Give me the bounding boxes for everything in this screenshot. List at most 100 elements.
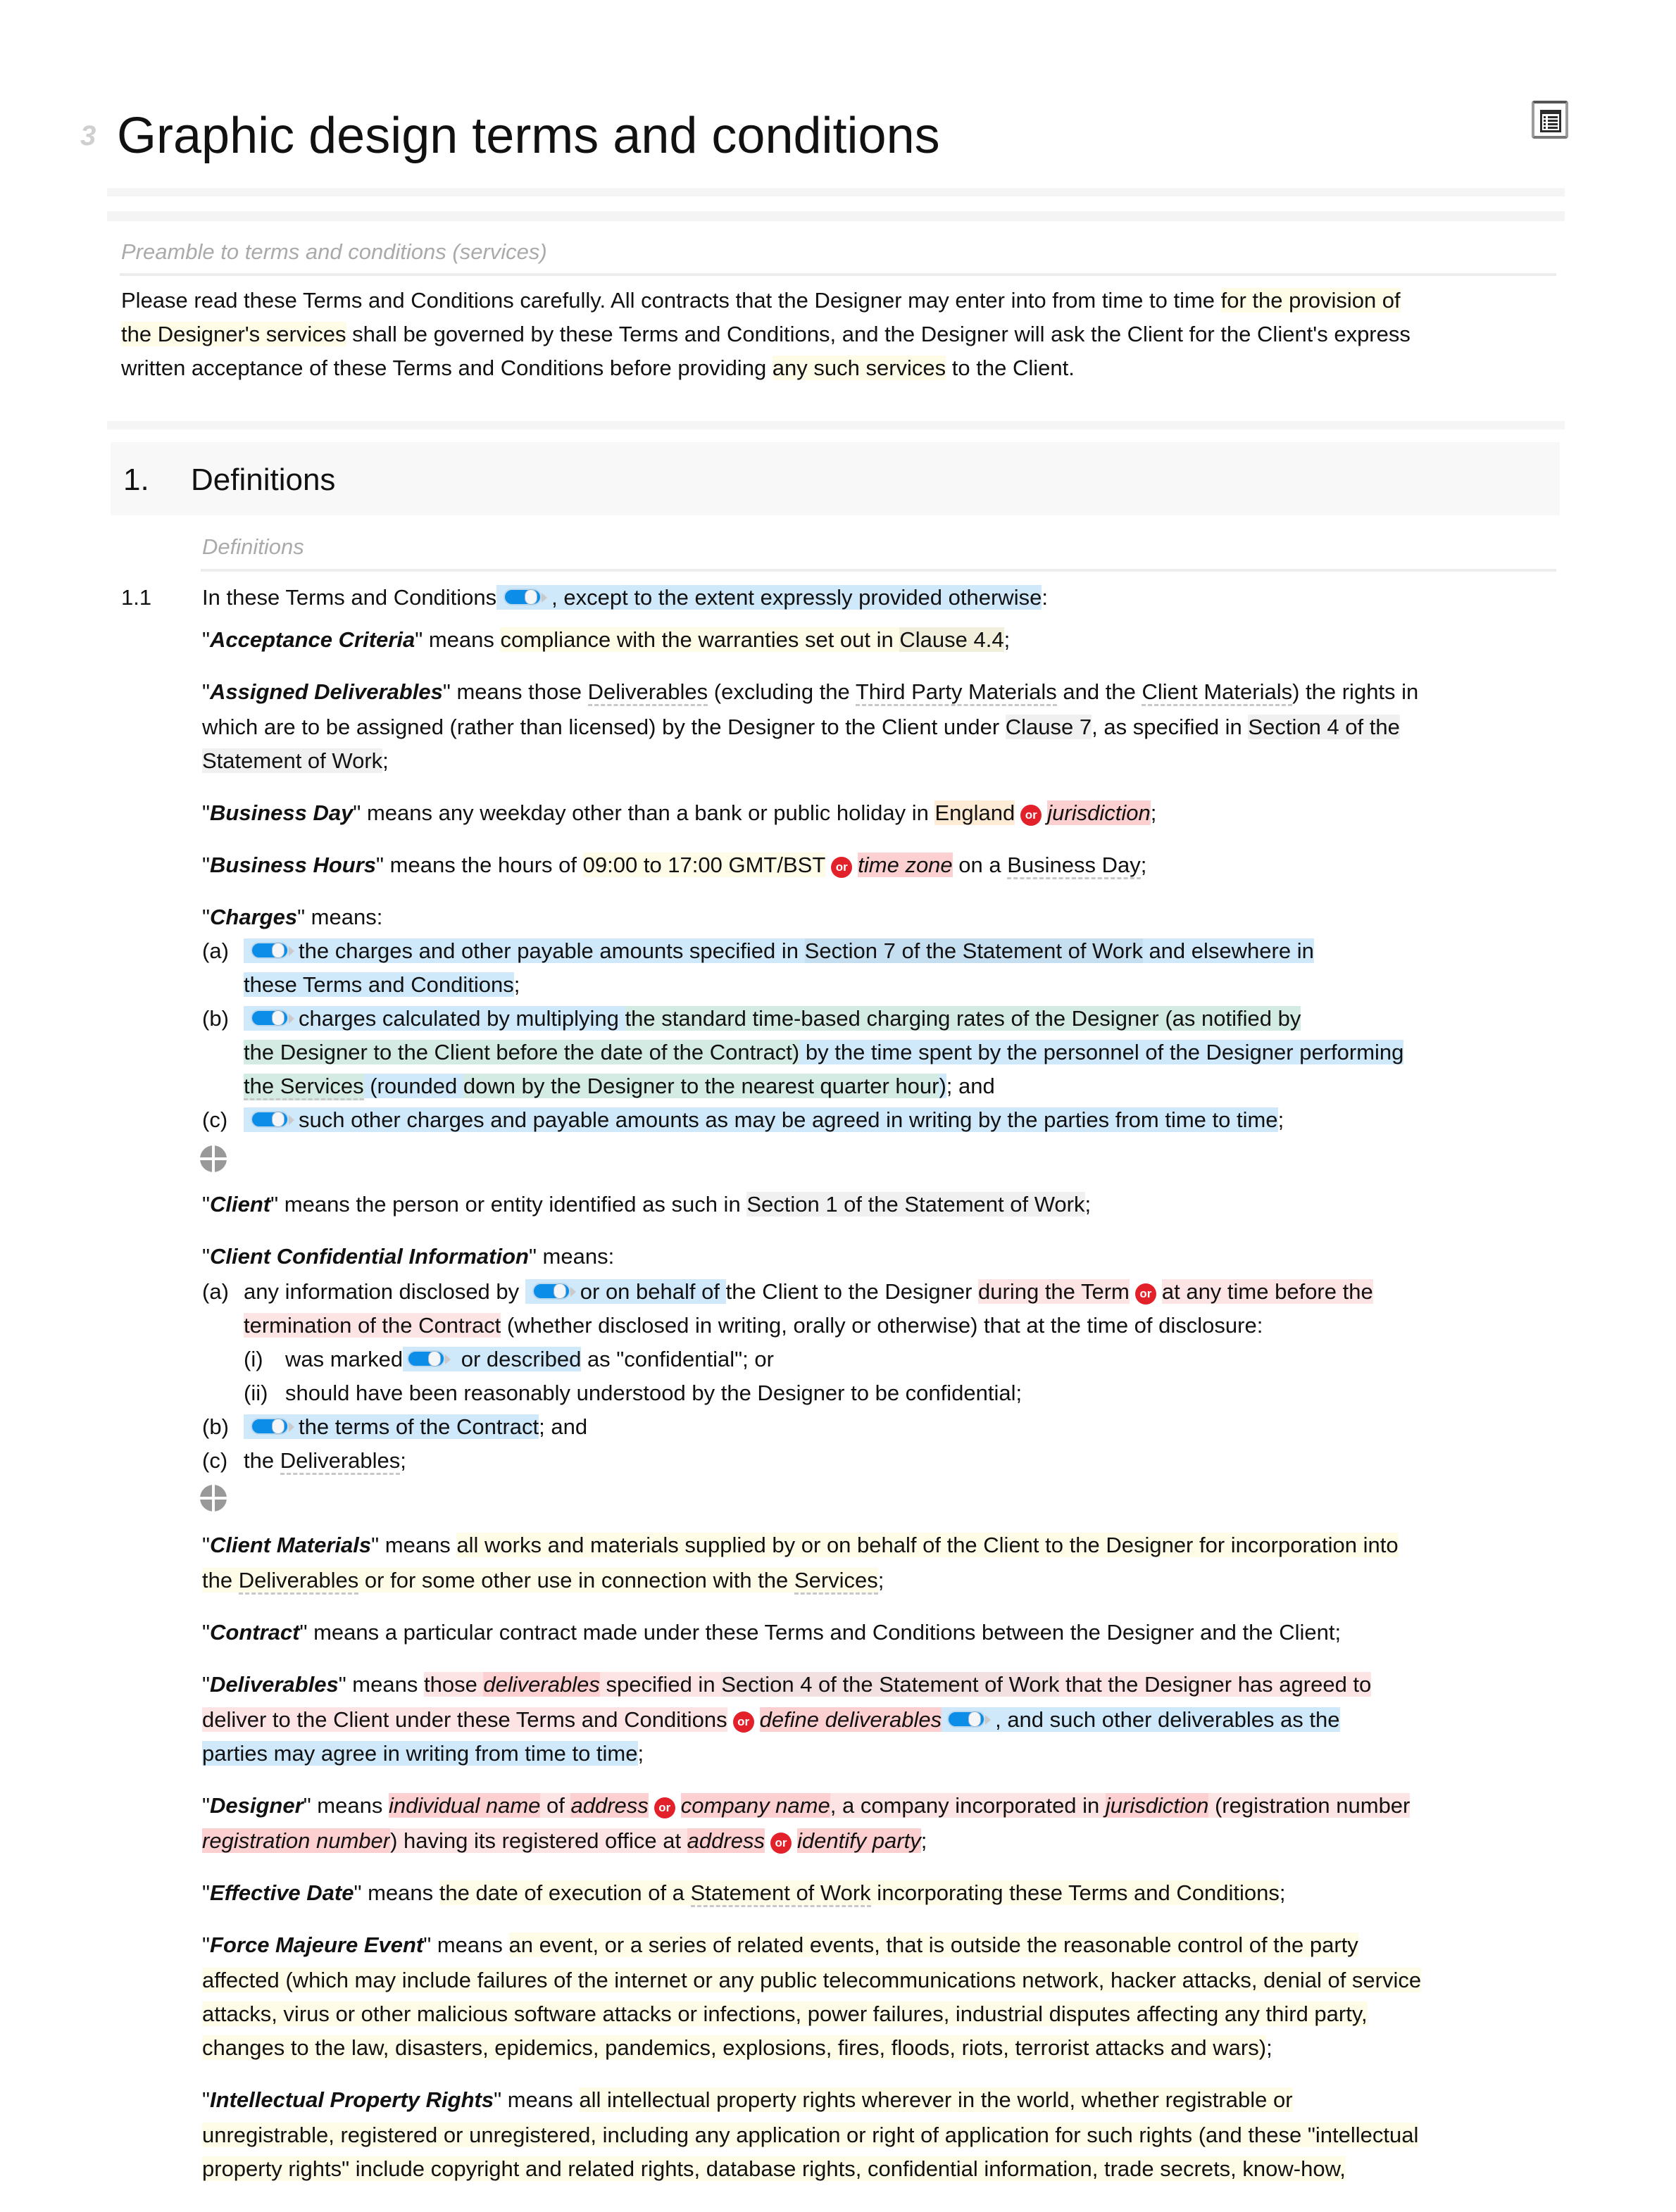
list-label: (i) [244,1347,263,1371]
option-text[interactable]: 09:00 to 17:00 GMT/BST [582,853,826,877]
cross-reference-link[interactable]: Section 7 of the Statement of Work [804,938,1143,963]
charges-item-a: the charges and other payable amounts sp… [244,934,1314,968]
divider [201,569,1556,572]
definition-assigned-deliverables: "Assigned Deliverables" means those Deli… [202,675,1418,709]
add-item-icon[interactable] [200,1145,227,1172]
option-text[interactable]: deliver to the Client under these Terms … [202,1707,727,1732]
defined-term-link[interactable]: the Services [244,1074,364,1100]
definition-charges: "Charges" means: [202,905,383,929]
placeholder-field[interactable]: deliverables [483,1672,600,1697]
optional-text-toggle[interactable] [532,1281,576,1301]
divider [107,188,1565,196]
placeholder-field[interactable]: company name [680,1793,830,1818]
or-option-badge[interactable]: or [653,1797,675,1818]
list-label: (b) [202,1414,229,1439]
placeholder-field[interactable]: identify party [796,1828,921,1853]
defined-term-link[interactable]: Business Day [1007,853,1141,879]
charges-item-b: charges calculated by multiplying the st… [244,1002,1301,1036]
or-option-badge[interactable]: or [732,1711,754,1733]
option-text[interactable]: England [934,800,1015,825]
charges-item-c: such other charges and payable amounts a… [244,1103,1284,1137]
optional-text-toggle[interactable] [947,1709,992,1729]
section-title: Definitions [191,463,336,497]
cci-item-a: any information disclosed by or on behal… [244,1279,1373,1305]
cross-reference-link[interactable]: Clause 7 [1005,715,1092,739]
definition-line: the Services (rounded down by the Design… [244,1069,995,1103]
cci-item-b: the terms of the Contract; and [244,1410,587,1444]
definition-line: deliver to the Client under these Terms … [202,1707,1340,1733]
placeholder-field[interactable]: individual name [388,1793,541,1818]
option-text[interactable]: during the Term [978,1279,1130,1304]
placeholder-field[interactable]: jurisdiction [1105,1793,1209,1818]
divider [120,273,1556,276]
definition-line: Statement of Work; [202,748,389,773]
defined-term-link[interactable]: Deliverables [238,1568,359,1595]
preamble-line: the Designer's services shall be governe… [121,322,1411,346]
optional-text-toggle[interactable] [251,1110,294,1129]
definition-line: unregistrable, registered or unregistere… [202,2123,1419,2147]
cross-reference-link[interactable]: Section 4 of the Statement of Work [721,1672,1060,1697]
defined-term-link[interactable]: Statement of Work [690,1880,871,1907]
clause-intro: In these Terms and Conditions, except to… [202,585,1048,610]
definition-acceptance-criteria: "Acceptance Criteria" means compliance w… [202,627,1011,652]
table-of-contents-button[interactable] [1532,101,1568,139]
or-option-badge[interactable]: or [831,857,853,878]
option-text[interactable]: at any time before the [1161,1279,1373,1304]
list-label: (c) [202,1107,228,1132]
document-title: Graphic design terms and conditions [117,108,940,164]
or-option-badge[interactable]: or [1134,1283,1156,1305]
defined-term-link[interactable]: Deliverables [587,679,708,706]
definition-client: "Client" means the person or entity iden… [202,1192,1092,1217]
list-label: (a) [202,938,229,963]
preamble-line: Please read these Terms and Conditions c… [121,288,1401,313]
divider [107,211,1565,221]
definition-line: the Designer to the Client before the da… [244,1040,1404,1064]
cross-reference-link[interactable]: Section 1 of the Statement of Work [746,1192,1085,1217]
definition-line: parties may agree in writing from time t… [202,1741,644,1766]
definition-intellectual-property-rights: "Intellectual Property Rights" means all… [202,2087,1293,2112]
clause-number: 1.1 [121,585,152,610]
list-label: (a) [202,1279,229,1304]
placeholder-field[interactable]: time zone [858,853,953,877]
definition-line: registration number) having its register… [202,1828,927,1854]
cci-item-ii: should have been reasonably understood b… [285,1381,1023,1405]
definition-designer: "Designer" means individual name of addr… [202,1793,1411,1818]
definition-line: affected (which may include failures of … [202,1968,1422,1992]
divider [107,421,1565,429]
definition-line: these Terms and Conditions; [244,972,520,997]
preamble-line: written acceptance of these Terms and Co… [121,356,1075,380]
title-number-glyph: 3 [80,120,96,151]
section-number: 1. [123,463,149,497]
optional-text-toggle[interactable] [407,1349,451,1369]
definition-client-confidential-information: "Client Confidential Information" means: [202,1244,615,1269]
cross-reference-link[interactable]: Clause 4.4 [899,627,1004,652]
or-option-badge[interactable]: or [1020,805,1042,826]
optional-text-toggle[interactable] [504,587,548,607]
definition-business-hours: "Business Hours" means the hours of 09:0… [202,848,1146,882]
defined-term-link[interactable]: Client Materials [1142,679,1293,706]
cci-item-i: was marked or described as "confidential… [285,1347,774,1371]
or-option-badge[interactable]: or [770,1833,792,1854]
placeholder-field[interactable]: address [687,1828,765,1853]
optional-text-toggle[interactable] [251,941,294,960]
list-label: (b) [202,1006,229,1031]
optional-text-toggle[interactable] [251,1416,294,1436]
definitions-subheading: Definitions [202,534,304,559]
definition-business-day: "Business Day" means any weekday other t… [202,800,1157,826]
definition-effective-date: "Effective Date" means the date of execu… [202,1876,1285,1910]
definition-line: termination of the Contract (whether dis… [244,1313,1263,1338]
cci-item-c: the Deliverables; [244,1444,406,1478]
placeholder-field[interactable]: jurisdiction [1047,800,1151,825]
placeholder-field[interactable]: define deliverables [759,1707,942,1732]
add-item-icon[interactable] [200,1485,227,1512]
defined-term-link[interactable]: Third Party Materials [855,679,1057,706]
definition-force-majeure-event: "Force Majeure Event" means an event, or… [202,1933,1358,1957]
placeholder-field[interactable]: registration number [202,1828,391,1853]
section-heading[interactable]: 1. Definitions [111,442,1560,515]
placeholder-field[interactable]: address [570,1793,649,1818]
optional-text-toggle[interactable] [251,1008,294,1028]
list-label: (ii) [244,1381,268,1405]
cross-reference-link[interactable]: Section 4 of the [1248,715,1400,739]
defined-term-link[interactable]: Deliverables [280,1448,401,1475]
defined-term-link[interactable]: Services [794,1568,878,1595]
